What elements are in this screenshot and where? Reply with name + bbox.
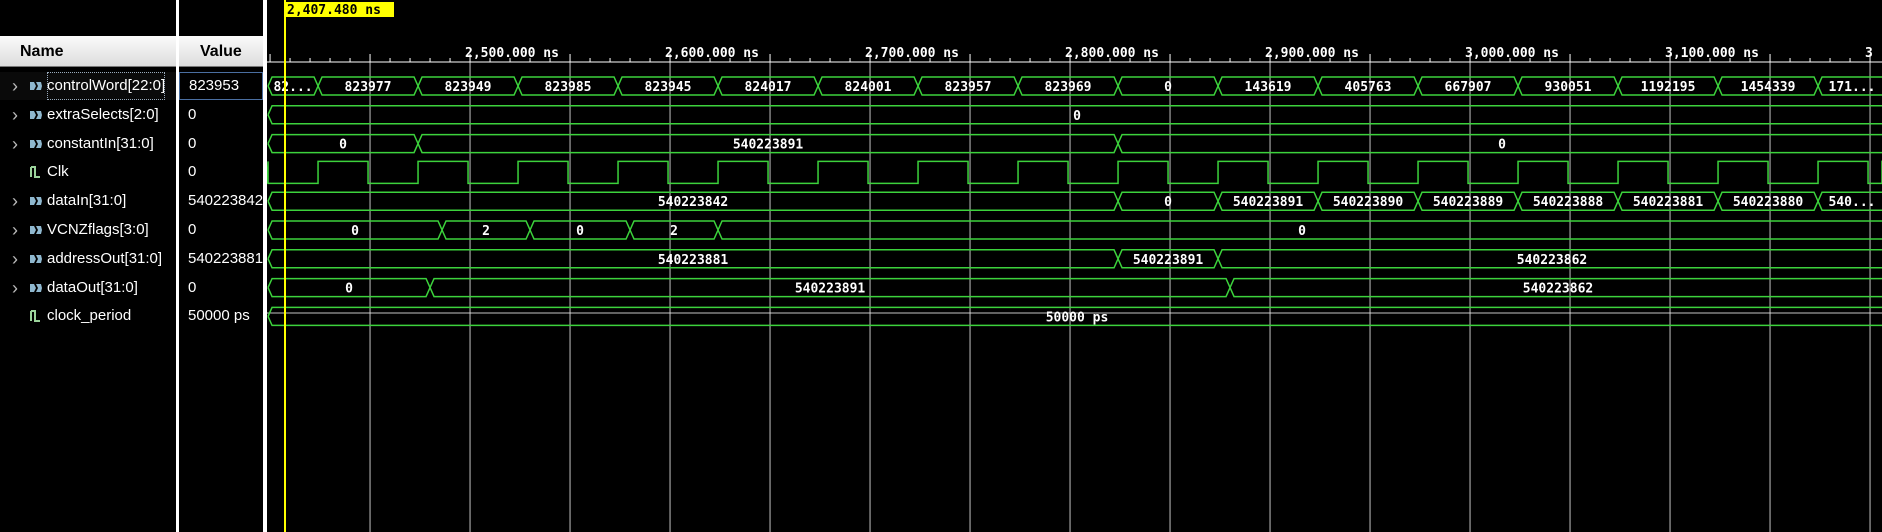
cursor-time-label: 2,407.480 ns bbox=[287, 3, 381, 18]
bus-value-label: 1454339 bbox=[1741, 80, 1796, 95]
signal-value: 0 bbox=[188, 279, 197, 296]
bus-value-label: 405763 bbox=[1345, 80, 1392, 95]
signal-value: 50000 ps bbox=[188, 307, 250, 324]
expand-chevron-icon[interactable]: › bbox=[12, 101, 18, 129]
signal-row[interactable]: › addressOut[31:0] bbox=[0, 245, 176, 273]
time-tick-label: 3 bbox=[1865, 46, 1873, 61]
bus-value-label: 540223888 bbox=[1533, 195, 1604, 210]
signal-name: VCNZflags[3:0] bbox=[47, 221, 149, 238]
time-tick-label: 2,500.000 ns bbox=[465, 46, 559, 61]
bit-signal-icon bbox=[30, 310, 40, 322]
clock-waveform bbox=[267, 160, 1882, 185]
expand-chevron-icon[interactable]: › bbox=[12, 245, 18, 273]
signal-row[interactable]: Clk bbox=[0, 158, 176, 186]
time-tick-label: 2,800.000 ns bbox=[1065, 46, 1159, 61]
bus-signal-icon bbox=[30, 140, 42, 148]
signal-name: constantIn[31:0] bbox=[47, 135, 154, 152]
signal-value: 540223881 bbox=[188, 250, 264, 267]
bus-value-label: 540223880 bbox=[1733, 195, 1804, 210]
expand-chevron-icon[interactable]: › bbox=[12, 72, 18, 100]
time-tick-label: 3,000.000 ns bbox=[1465, 46, 1559, 61]
bus-value-label: 540223889 bbox=[1433, 195, 1503, 210]
bus-value-label: 540... bbox=[1829, 195, 1876, 210]
bus-value-label: 0 bbox=[1073, 109, 1081, 124]
signal-name: extraSelects[2:0] bbox=[47, 106, 159, 123]
bus-value-label: 540223862 bbox=[1517, 253, 1587, 268]
bus-signal-icon bbox=[30, 226, 42, 234]
bus-value-label: 143619 bbox=[1245, 80, 1292, 95]
time-tick-label: 3,100.000 ns bbox=[1665, 46, 1759, 61]
bus-signal-icon bbox=[30, 197, 42, 205]
expand-chevron-icon[interactable]: › bbox=[12, 187, 18, 215]
bus-value-label: 0 bbox=[339, 138, 347, 153]
signal-value: 0 bbox=[188, 106, 197, 123]
bus-value-label: 824001 bbox=[845, 80, 892, 95]
bus-value-label: 50000 ps bbox=[1046, 310, 1109, 325]
bus-value-label: 0 bbox=[1164, 80, 1172, 95]
bus-value-label: 540223890 bbox=[1333, 195, 1404, 210]
signal-value: 540223842 bbox=[188, 192, 264, 209]
signal-value: 823953 bbox=[179, 72, 263, 100]
bus-value-label: 2 bbox=[482, 224, 490, 239]
expand-chevron-icon[interactable]: › bbox=[12, 130, 18, 158]
signal-name: dataIn[31:0] bbox=[47, 192, 127, 209]
bus-value-label: 540223881 bbox=[658, 253, 729, 268]
bus-value-label: 824017 bbox=[745, 80, 792, 95]
signal-row[interactable]: clock_period bbox=[0, 302, 176, 330]
bus-signal-icon bbox=[30, 82, 42, 90]
bus-value-label: 0 bbox=[576, 224, 584, 239]
bus-value-label: 0 bbox=[1498, 138, 1506, 153]
bus-value-label: 540223891 bbox=[733, 138, 804, 153]
expand-chevron-icon[interactable]: › bbox=[12, 274, 18, 302]
signal-row[interactable]: › extraSelects[2:0] bbox=[0, 101, 176, 129]
signal-name: clock_period bbox=[47, 307, 132, 324]
bus-value-label: 823949 bbox=[445, 80, 492, 95]
bus-value-label: 171... bbox=[1829, 80, 1876, 95]
bit-signal-icon bbox=[30, 166, 40, 178]
signal-name: controlWord[22:0] bbox=[47, 72, 166, 100]
signal-value: 0 bbox=[188, 135, 197, 152]
bus-value-label: 1192195 bbox=[1641, 80, 1696, 95]
signal-row[interactable]: › constantIn[31:0] bbox=[0, 130, 176, 158]
signal-row[interactable]: › dataOut[31:0] bbox=[0, 274, 176, 302]
bus-value-label: 540223881 bbox=[1633, 195, 1704, 210]
signal-row[interactable]: › VCNZflags[3:0] bbox=[0, 216, 176, 244]
bus-value-label: 823969 bbox=[1045, 80, 1092, 95]
bus-signal-icon bbox=[30, 255, 42, 263]
signal-value: 0 bbox=[188, 221, 197, 238]
bus-value-label: 0 bbox=[351, 224, 359, 239]
bus-value-label: 823977 bbox=[345, 80, 392, 95]
signal-name: addressOut[31:0] bbox=[47, 250, 163, 267]
bus-signal-icon bbox=[30, 111, 42, 119]
time-tick-label: 2,900.000 ns bbox=[1265, 46, 1359, 61]
bus-value-label: 0 bbox=[1164, 195, 1172, 210]
bus-value-label: 2 bbox=[670, 224, 678, 239]
bus-value-label: 540223842 bbox=[658, 195, 728, 210]
waveform-canvas[interactable]: 2,500.000 ns 2,600.000 ns 2,700.000 ns 2,80… bbox=[267, 0, 1882, 532]
bus-value-label: 82... bbox=[273, 80, 312, 95]
bus-value-label: 930051 bbox=[1545, 80, 1592, 95]
bus-value-label: 540223891 bbox=[795, 282, 866, 297]
bus-value-label: 0 bbox=[1298, 224, 1306, 239]
bus-value-label: 667907 bbox=[1445, 80, 1492, 95]
bus-value-label: 823985 bbox=[545, 80, 592, 95]
value-column-header[interactable]: Value bbox=[179, 36, 263, 67]
bus-value-label: 540223891 bbox=[1133, 253, 1204, 268]
bus-value-label: 540223891 bbox=[1233, 195, 1304, 210]
expand-chevron-icon[interactable]: › bbox=[12, 216, 18, 244]
bus-value-label: 0 bbox=[345, 282, 353, 297]
signal-name: dataOut[31:0] bbox=[47, 279, 138, 296]
signal-name: Clk bbox=[47, 163, 69, 180]
signal-value: 0 bbox=[188, 163, 197, 180]
bus-value-label: 823945 bbox=[645, 80, 692, 95]
name-column-header[interactable]: Name bbox=[0, 36, 176, 67]
bus-value-label: 540223862 bbox=[1523, 282, 1593, 297]
time-tick-label: 2,600.000 ns bbox=[665, 46, 759, 61]
bus-signal-icon bbox=[30, 284, 42, 292]
bus-value-label: 823957 bbox=[945, 80, 992, 95]
signal-row[interactable]: › dataIn[31:0] bbox=[0, 187, 176, 215]
signal-row[interactable]: › controlWord[22:0] bbox=[0, 72, 176, 100]
time-tick-label: 2,700.000 ns bbox=[865, 46, 959, 61]
